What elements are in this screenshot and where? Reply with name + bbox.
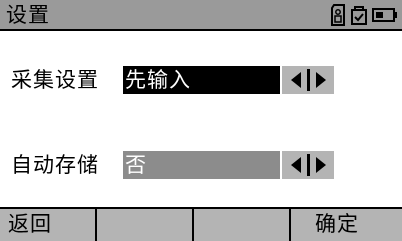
arrow-left-icon xyxy=(290,72,301,88)
sd-card-icon xyxy=(330,4,346,26)
page-title: 设置 xyxy=(6,3,50,27)
capture-setting-label: 采集设置 xyxy=(11,68,99,92)
auto-save-prev-button[interactable] xyxy=(285,151,307,179)
capture-setting-next-button[interactable] xyxy=(310,66,332,94)
title-bar: 设置 xyxy=(0,0,402,31)
softkey-bar: 返回 确定 xyxy=(0,207,402,241)
auto-save-next-button[interactable] xyxy=(310,151,332,179)
arrow-left-icon xyxy=(290,157,301,173)
auto-save-arrows xyxy=(282,151,334,179)
confirm-button[interactable]: 确定 xyxy=(291,209,402,241)
arrow-right-icon xyxy=(315,72,326,88)
settings-screen: 设置 采集设置 先输入 自动存储 否 返回 确定 xyxy=(0,0,402,241)
softkey-f3[interactable] xyxy=(194,209,291,241)
capture-setting-arrows xyxy=(282,66,334,94)
auto-save-field[interactable]: 否 xyxy=(123,151,280,179)
arrow-right-icon xyxy=(315,157,326,173)
capture-setting-prev-button[interactable] xyxy=(285,66,307,94)
softkey-f2[interactable] xyxy=(97,209,194,241)
back-button[interactable]: 返回 xyxy=(0,209,97,241)
gps-lock-icon xyxy=(350,4,368,26)
auto-save-label: 自动存储 xyxy=(11,153,99,177)
status-icons xyxy=(330,4,398,26)
capture-setting-field[interactable]: 先输入 xyxy=(123,66,280,94)
battery-icon xyxy=(372,8,398,22)
